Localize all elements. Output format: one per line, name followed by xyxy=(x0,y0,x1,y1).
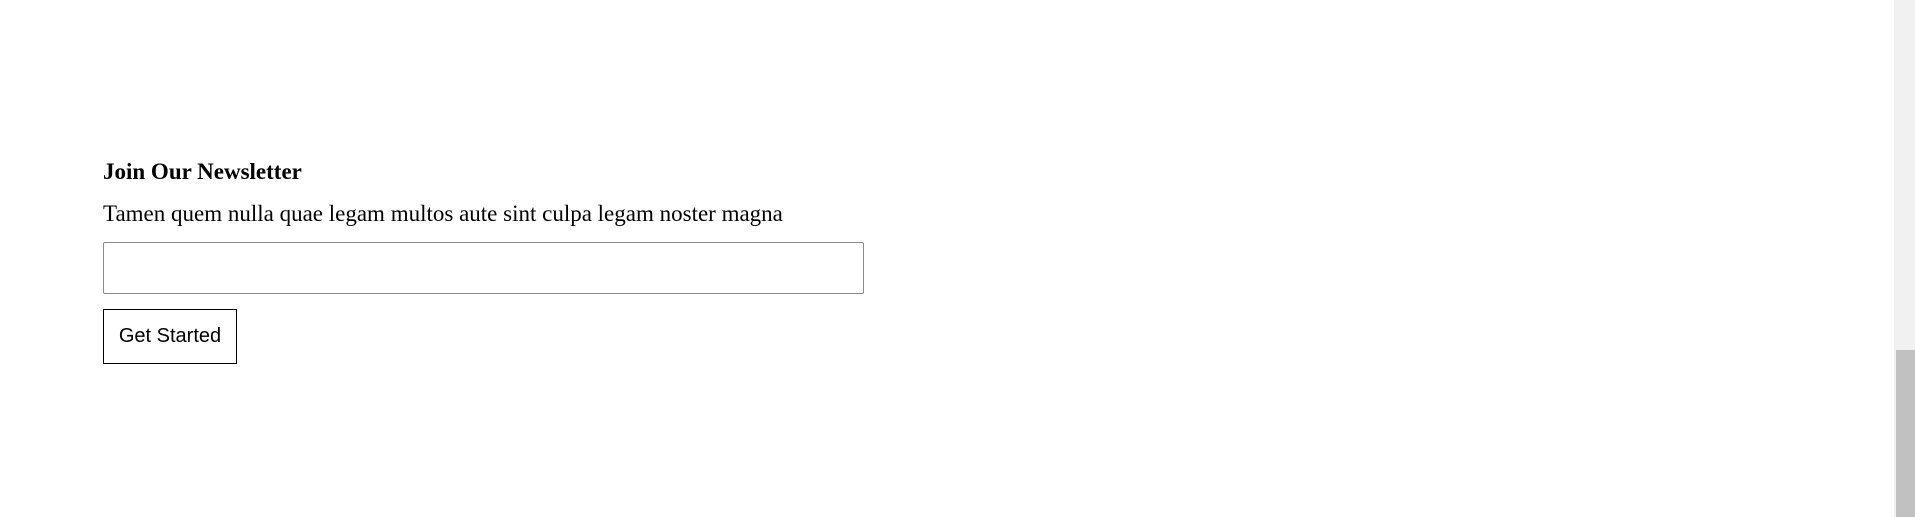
vertical-scrollbar[interactable] xyxy=(1894,0,1915,517)
newsletter-description: Tamen quem nulla quae legam multos aute … xyxy=(103,201,783,226)
scrollbar-thumb[interactable] xyxy=(1896,350,1915,517)
newsletter-title: Join Our Newsletter xyxy=(103,159,302,184)
email-input[interactable] xyxy=(103,242,864,294)
newsletter-section: Join Our Newsletter Tamen quem nulla qua… xyxy=(103,158,873,364)
get-started-button[interactable]: Get Started xyxy=(103,309,237,364)
page: Join Our Newsletter Tamen quem nulla qua… xyxy=(0,0,1915,517)
